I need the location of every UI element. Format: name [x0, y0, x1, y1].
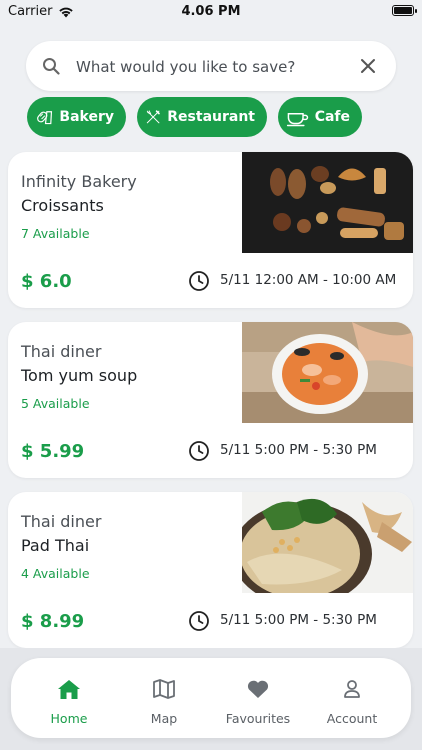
- availability-count: 5 Available: [21, 396, 90, 411]
- bottom-nav: Home Map Favourites Account: [11, 658, 411, 738]
- clock-icon: [189, 271, 209, 291]
- item-name: Tom yum soup: [21, 366, 138, 385]
- offer-card[interactable]: Thai diner Pad Thai 4 Available $ 8.99 5…: [8, 492, 413, 648]
- close-icon[interactable]: [358, 56, 378, 76]
- tom-yum-soup-photo: [242, 322, 413, 423]
- offer-card[interactable]: Infinity Bakery Croissants 7 Available $…: [8, 152, 413, 308]
- store-name: Infinity Bakery: [21, 172, 137, 191]
- availability-count: 4 Available: [21, 566, 90, 581]
- tab-label: Favourites: [225, 711, 291, 726]
- tab-label: Map: [150, 711, 178, 726]
- clock-icon: [189, 611, 209, 631]
- store-name: Thai diner: [21, 342, 102, 361]
- status-bar: Carrier 4.06 PM: [0, 0, 422, 24]
- clock-time: 4.06 PM: [181, 4, 241, 19]
- pickup-window: 5/11 12:00 AM - 10:00 AM: [220, 272, 397, 288]
- map-icon: [153, 679, 175, 699]
- bread-icon: [37, 111, 53, 125]
- clock-icon: [189, 441, 209, 461]
- battery-icon: [392, 5, 417, 16]
- fork-knife-icon: [146, 110, 160, 124]
- pad-thai-photo: [242, 492, 413, 593]
- tab-label: Home: [50, 711, 88, 726]
- tab-map[interactable]: Map: [114, 658, 214, 738]
- tab-favourites[interactable]: Favourites: [208, 658, 308, 738]
- price: $ 5.99: [21, 441, 85, 462]
- category-chip-cafe[interactable]: Cafe: [278, 97, 362, 137]
- item-name: Pad Thai: [21, 536, 90, 555]
- home-icon: [58, 680, 80, 699]
- price: $ 8.99: [21, 611, 85, 632]
- coffee-cup-icon: [286, 113, 309, 127]
- category-chip-label: Bakery: [59, 109, 114, 125]
- pickup-window: 5/11 5:00 PM - 5:30 PM: [220, 612, 377, 628]
- price: $ 6.0: [21, 271, 72, 292]
- availability-count: 7 Available: [21, 226, 90, 241]
- category-filter: Bakery Restaurant Cafe: [27, 97, 362, 137]
- heart-icon: [247, 680, 269, 698]
- category-chip-restaurant[interactable]: Restaurant: [137, 97, 267, 137]
- tab-label: Account: [326, 711, 378, 726]
- category-chip-label: Restaurant: [167, 109, 255, 125]
- tab-account[interactable]: Account: [302, 658, 402, 738]
- category-chip-label: Cafe: [314, 109, 350, 125]
- croissants-photo: [242, 152, 413, 253]
- pickup-window: 5/11 5:00 PM - 5:30 PM: [220, 442, 377, 458]
- person-icon: [344, 680, 360, 698]
- item-name: Croissants: [21, 196, 104, 215]
- search-input[interactable]: [74, 41, 368, 93]
- search-icon: [43, 58, 60, 75]
- category-chip-bakery[interactable]: Bakery: [27, 97, 126, 137]
- search-bar: [26, 41, 396, 93]
- store-name: Thai diner: [21, 512, 102, 531]
- offer-card[interactable]: Thai diner Tom yum soup 5 Available $ 5.…: [8, 322, 413, 478]
- tab-home[interactable]: Home: [19, 658, 119, 738]
